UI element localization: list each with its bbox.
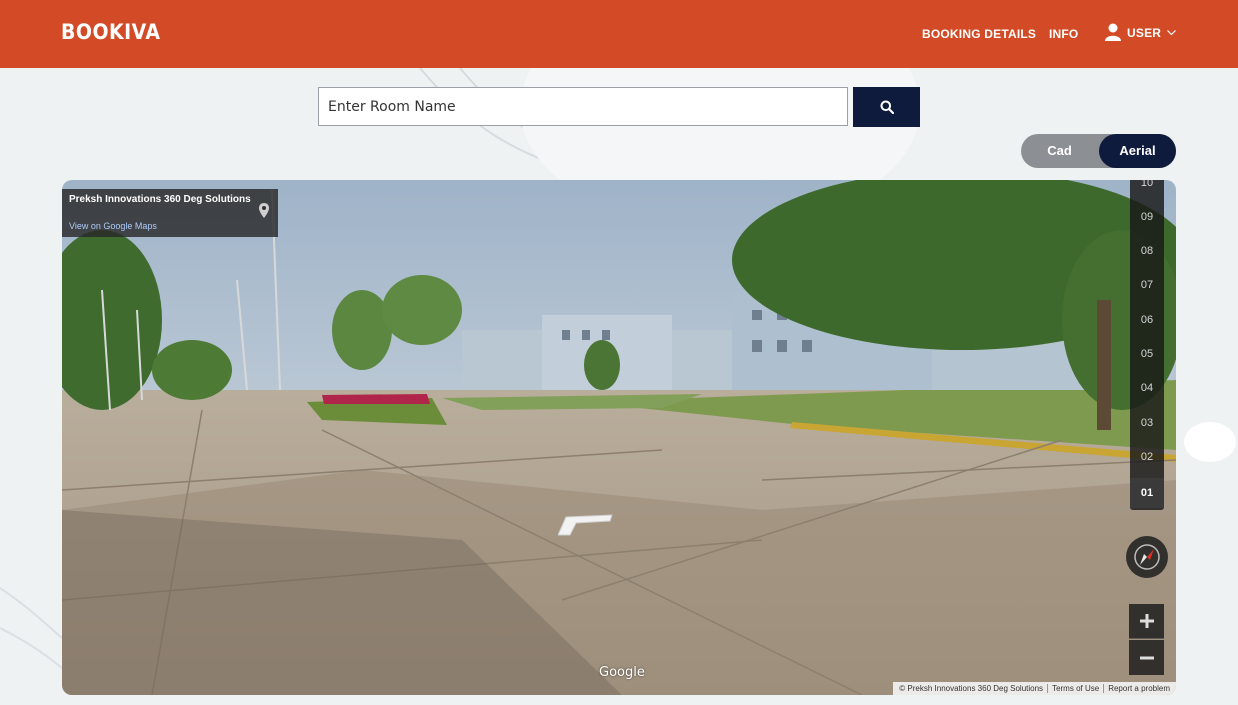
search-input[interactable] [318, 87, 848, 126]
view-toggle: Cad Aerial [1021, 134, 1176, 168]
location-title: Preksh Innovations 360 Deg Solutions [69, 194, 251, 205]
zoom-in-button[interactable] [1129, 604, 1164, 639]
floor-08[interactable]: 08 [1130, 242, 1164, 260]
floor-selector: 10 09 08 07 06 05 04 03 02 01 [1130, 180, 1164, 510]
navigation-arrow[interactable] [558, 513, 614, 537]
nav-info[interactable]: INFO [1049, 27, 1078, 41]
zoom-out-button[interactable] [1129, 640, 1164, 675]
floor-04[interactable]: 04 [1130, 379, 1164, 397]
floor-06[interactable]: 06 [1130, 311, 1164, 329]
report-problem-link[interactable]: Report a problem [1104, 684, 1174, 693]
search-button[interactable] [853, 87, 920, 127]
top-navbar: BOOKIVA BOOKING DETAILS INFO USER [0, 0, 1238, 68]
toggle-cad[interactable]: Cad [1021, 134, 1098, 168]
user-menu[interactable]: USER [1105, 23, 1177, 42]
floor-05[interactable]: 05 [1130, 345, 1164, 363]
floor-07[interactable]: 07 [1130, 276, 1164, 294]
search-icon [880, 100, 894, 114]
minus-icon [1139, 656, 1154, 659]
brand-logo[interactable]: BOOKIVA [61, 20, 161, 44]
map-attribution: © Preksh Innovations 360 Deg Solutions T… [893, 682, 1176, 695]
floor-03[interactable]: 03 [1130, 414, 1164, 432]
location-info-card: Preksh Innovations 360 Deg Solutions Vie… [62, 189, 278, 237]
chevron-down-icon [1167, 29, 1177, 35]
google-logo: Google [599, 665, 645, 680]
view-on-google-maps-link[interactable]: View on Google Maps [69, 221, 157, 231]
attribution-text: © Preksh Innovations 360 Deg Solutions [899, 684, 1044, 693]
floor-02[interactable]: 02 [1130, 448, 1164, 466]
floor-10[interactable]: 10 [1130, 180, 1164, 190]
street-view-panorama[interactable]: Preksh Innovations 360 Deg Solutions Vie… [62, 180, 1176, 695]
panorama-image [62, 180, 1176, 695]
compass-button[interactable] [1126, 536, 1168, 578]
floor-01[interactable]: 01 [1130, 478, 1164, 508]
compass-icon [1134, 544, 1160, 570]
floor-09[interactable]: 09 [1130, 208, 1164, 226]
user-label: USER [1127, 26, 1162, 40]
user-icon [1105, 23, 1121, 41]
map-pin-icon [259, 203, 269, 218]
toggle-aerial[interactable]: Aerial [1099, 134, 1176, 168]
terms-of-use-link[interactable]: Terms of Use [1048, 684, 1103, 693]
nav-booking-details[interactable]: BOOKING DETAILS [922, 27, 1036, 41]
plus-icon [1139, 614, 1154, 628]
